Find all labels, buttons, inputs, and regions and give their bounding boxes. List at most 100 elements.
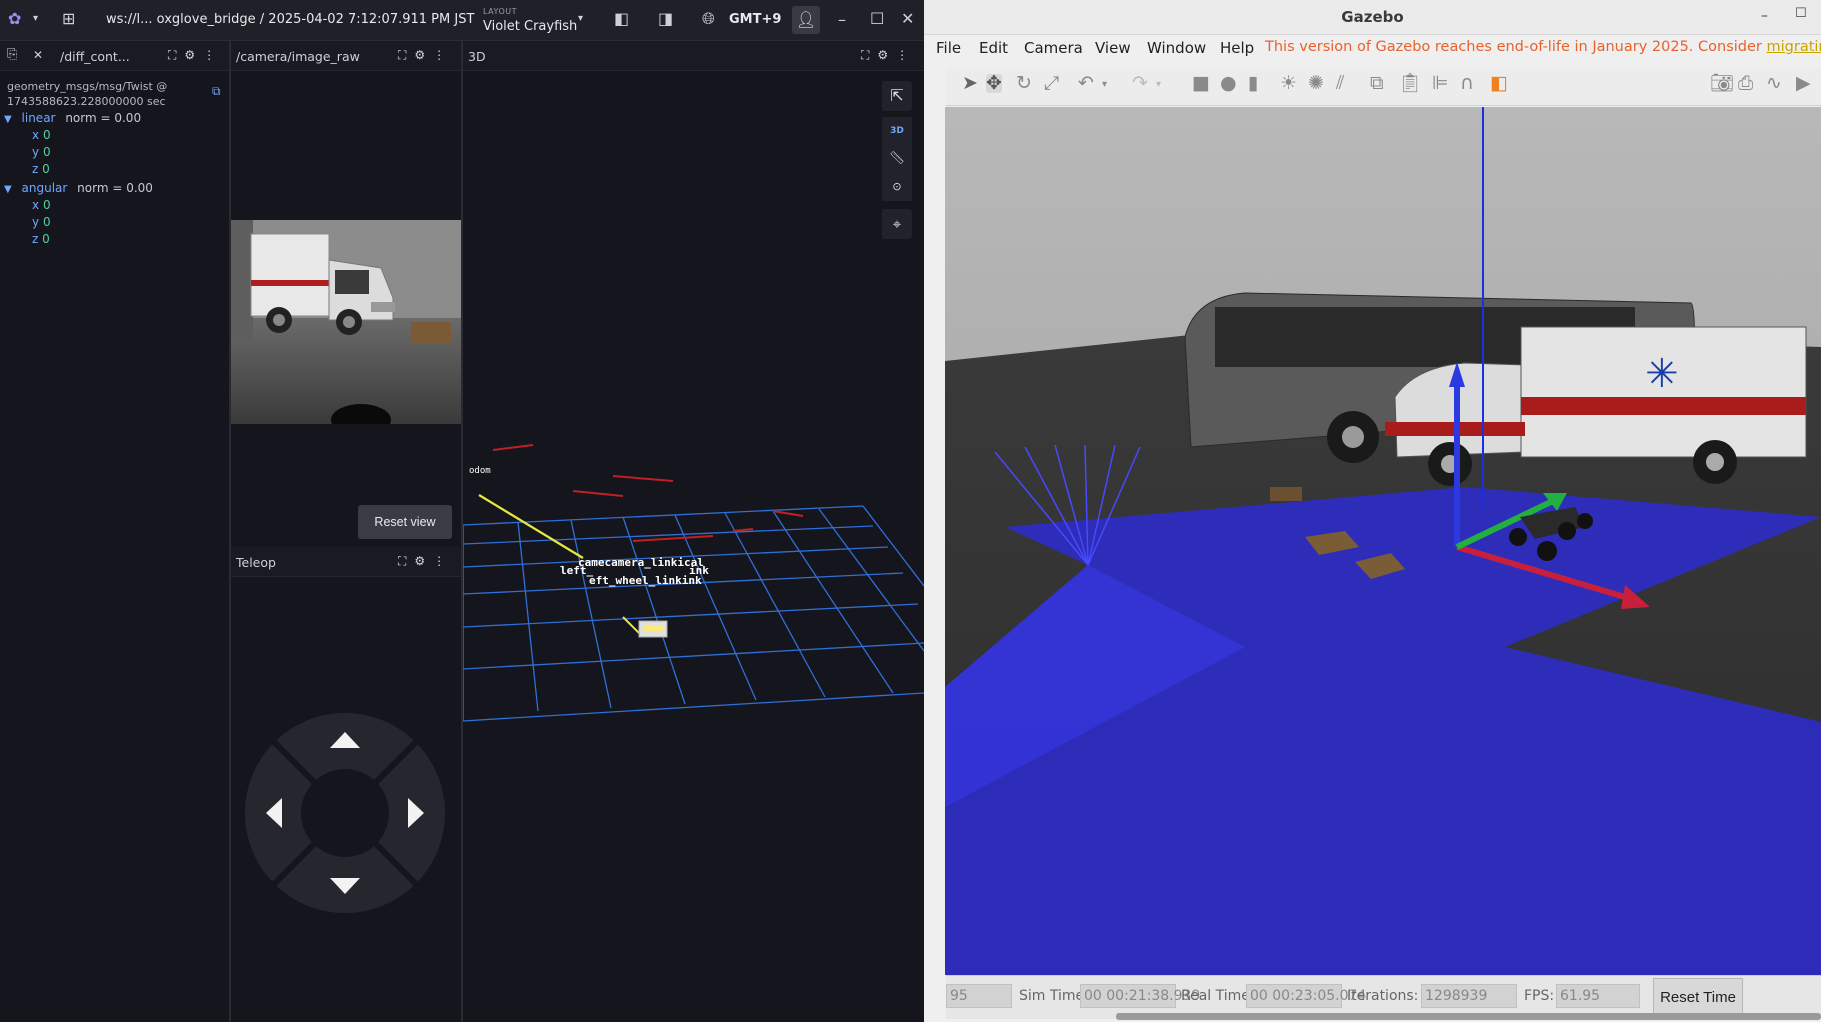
menu-window[interactable]: Window bbox=[1147, 39, 1206, 57]
globe-icon[interactable]: 🌐︎ bbox=[702, 11, 715, 27]
change-view-icon[interactable]: ◧ bbox=[1490, 74, 1508, 93]
panel-title[interactable]: /diff_cont... bbox=[60, 49, 130, 64]
panel-actions[interactable]: ⛶⚙⋮ bbox=[861, 48, 916, 63]
menu-bar: File Edit Camera View Window Help This v… bbox=[924, 35, 1821, 61]
panel-actions[interactable]: ⛶⚙⋮ bbox=[398, 554, 453, 569]
rotate-tool-icon[interactable]: ↻ bbox=[1016, 74, 1032, 93]
redo-icon[interactable]: ↷ bbox=[1132, 74, 1148, 93]
chevron-down-icon[interactable]: ▾ bbox=[33, 14, 38, 24]
angular-z: z 0 bbox=[32, 232, 50, 246]
chevron-down-icon[interactable]: ▾ bbox=[1156, 80, 1161, 90]
reset-view-button[interactable]: Reset view bbox=[358, 505, 452, 539]
spot-light-icon[interactable]: ✺ bbox=[1308, 74, 1324, 93]
ruler-icon[interactable]: 📏︎ bbox=[882, 145, 912, 173]
copy-icon[interactable]: ⎘ bbox=[7, 48, 17, 61]
cylinder-shape-icon[interactable]: ▮ bbox=[1248, 74, 1258, 93]
connection-title[interactable]: ws://l... oxglove_bridge / 2025-04-02 7:… bbox=[106, 12, 474, 27]
chevron-down-icon[interactable]: ▾ bbox=[578, 14, 583, 24]
align-icon[interactable]: ⊫ bbox=[1432, 74, 1449, 93]
mode-3d-toggle[interactable]: 3D bbox=[882, 117, 912, 145]
linear-row[interactable]: ▼ linear norm = 0.00 bbox=[4, 111, 141, 125]
directional-light-icon[interactable]: ⫽ bbox=[1336, 74, 1344, 93]
close-icon[interactable]: ✕ bbox=[901, 11, 914, 27]
snap-icon[interactable]: ∩ bbox=[1460, 74, 1474, 93]
field-norm: norm = 0.00 bbox=[77, 181, 153, 195]
expand-icon[interactable]: ▼ bbox=[4, 184, 12, 195]
sphere-shape-icon[interactable]: ● bbox=[1220, 74, 1237, 93]
follow-target-icon[interactable]: ⌖ bbox=[882, 209, 912, 239]
field-key: linear bbox=[21, 111, 56, 125]
select-tool-icon[interactable]: ➤ bbox=[962, 74, 978, 93]
screenshot-icon[interactable]: 📷︎ bbox=[1710, 74, 1734, 93]
copy-icon[interactable]: ⧉ bbox=[212, 85, 221, 97]
fps-label: FPS: bbox=[1524, 988, 1555, 1004]
axis-key: z bbox=[32, 162, 39, 176]
raw-message-panel: ⎘ ✕ /diff_cont... ⛶⚙⋮ geometry_msgs/msg/… bbox=[0, 41, 231, 1022]
gazebo-3d-viewport[interactable]: ✳ bbox=[945, 107, 1821, 975]
maximize-icon[interactable]: ☐ bbox=[1795, 6, 1807, 21]
select-icon[interactable]: ⇱ bbox=[882, 81, 912, 111]
iterations-value: 1298939 bbox=[1421, 984, 1517, 1008]
maximize-icon[interactable]: ☐ bbox=[870, 11, 884, 27]
panel-title[interactable]: Teleop bbox=[236, 555, 276, 570]
menu-view[interactable]: View bbox=[1095, 39, 1131, 57]
robot-body bbox=[643, 626, 663, 631]
axis-value: 0 bbox=[42, 162, 50, 176]
laser-points bbox=[492, 444, 804, 542]
angular-row[interactable]: ▼ angular norm = 0.00 bbox=[4, 181, 153, 195]
panel-actions[interactable]: ⛶⚙⋮ bbox=[168, 48, 223, 63]
add-panel-icon[interactable]: ⊞ bbox=[62, 11, 75, 27]
reset-time-button[interactable]: Reset Time bbox=[1653, 978, 1743, 1016]
panel-title[interactable]: 3D bbox=[468, 49, 486, 64]
right-sidebar-toggle-icon[interactable]: ◨ bbox=[658, 11, 673, 27]
iterations-label: Iterations: bbox=[1347, 988, 1419, 1004]
ground-grid bbox=[463, 505, 924, 722]
minimize-icon[interactable]: – bbox=[838, 12, 846, 28]
layout-name[interactable]: Violet Crayfish bbox=[483, 19, 577, 34]
undo-icon[interactable]: ↶ bbox=[1078, 74, 1094, 93]
migration-link[interactable]: migrating to t bbox=[1767, 39, 1821, 55]
axis-value: 0 bbox=[42, 215, 51, 229]
axis-value: 0 bbox=[42, 128, 51, 142]
copy-icon[interactable]: ⧉ bbox=[1370, 74, 1384, 93]
log-icon[interactable]: ⎙ bbox=[1738, 74, 1753, 93]
axis-key: x bbox=[32, 198, 40, 212]
timezone-label[interactable]: GMT+9 bbox=[729, 12, 781, 27]
left-sidebar-toggle-icon[interactable]: ◧ bbox=[614, 11, 629, 27]
translate-tool-icon[interactable]: ✥ bbox=[986, 74, 1002, 93]
angular-y: y 0 bbox=[32, 215, 51, 229]
tf-link bbox=[478, 494, 584, 559]
publish-point-icon[interactable]: ⊙ bbox=[882, 173, 912, 201]
camera-image[interactable] bbox=[231, 220, 461, 424]
close-icon[interactable]: ✕ bbox=[33, 49, 43, 61]
minimize-icon[interactable]: – bbox=[1761, 8, 1768, 24]
menu-camera[interactable]: Camera bbox=[1024, 39, 1083, 57]
panel-actions[interactable]: ⛶⚙⋮ bbox=[398, 48, 453, 63]
linear-y: y 0 bbox=[32, 145, 51, 159]
3d-scene[interactable] bbox=[463, 71, 924, 1022]
user-avatar[interactable]: 👤︎ bbox=[792, 6, 820, 34]
fps-value: 61.95 bbox=[1556, 984, 1640, 1008]
plot-icon[interactable]: ∿ bbox=[1766, 74, 1782, 93]
eol-notice-text: This version of Gazebo reaches end-of-li… bbox=[1265, 39, 1767, 55]
field-norm: norm = 0.00 bbox=[65, 111, 142, 125]
expand-icon[interactable]: ▼ bbox=[4, 114, 12, 125]
panel-title[interactable]: /camera/image_raw bbox=[236, 49, 360, 64]
message-stamp: 1743588623.228000000 sec bbox=[7, 95, 166, 108]
chevron-down-icon[interactable]: ▾ bbox=[1102, 80, 1107, 90]
scale-tool-icon[interactable]: ⤢ bbox=[1044, 74, 1059, 93]
sim-time-value: 00 00:21:38.939 bbox=[1080, 984, 1200, 1008]
foxglove-logo-icon[interactable]: ✿ bbox=[8, 11, 21, 27]
real-time-value: 00 00:23:05.074 bbox=[1246, 984, 1366, 1008]
foxglove-window: ✿ ▾ ⊞ ws://l... oxglove_bridge / 2025-04… bbox=[0, 0, 924, 1022]
menu-edit[interactable]: Edit bbox=[979, 39, 1008, 57]
horizontal-scrollbar[interactable] bbox=[1116, 1013, 1821, 1020]
video-record-icon[interactable]: ▶ bbox=[1796, 74, 1811, 93]
box-shape-icon[interactable]: ■ bbox=[1192, 74, 1210, 93]
menu-file[interactable]: File bbox=[936, 39, 961, 57]
menu-help[interactable]: Help bbox=[1220, 39, 1254, 57]
paste-icon[interactable]: 📋︎ bbox=[1398, 74, 1422, 93]
frame-label-odom: odom bbox=[469, 466, 491, 476]
axis-key: z bbox=[32, 232, 39, 246]
point-light-icon[interactable]: ☀ bbox=[1280, 74, 1297, 93]
